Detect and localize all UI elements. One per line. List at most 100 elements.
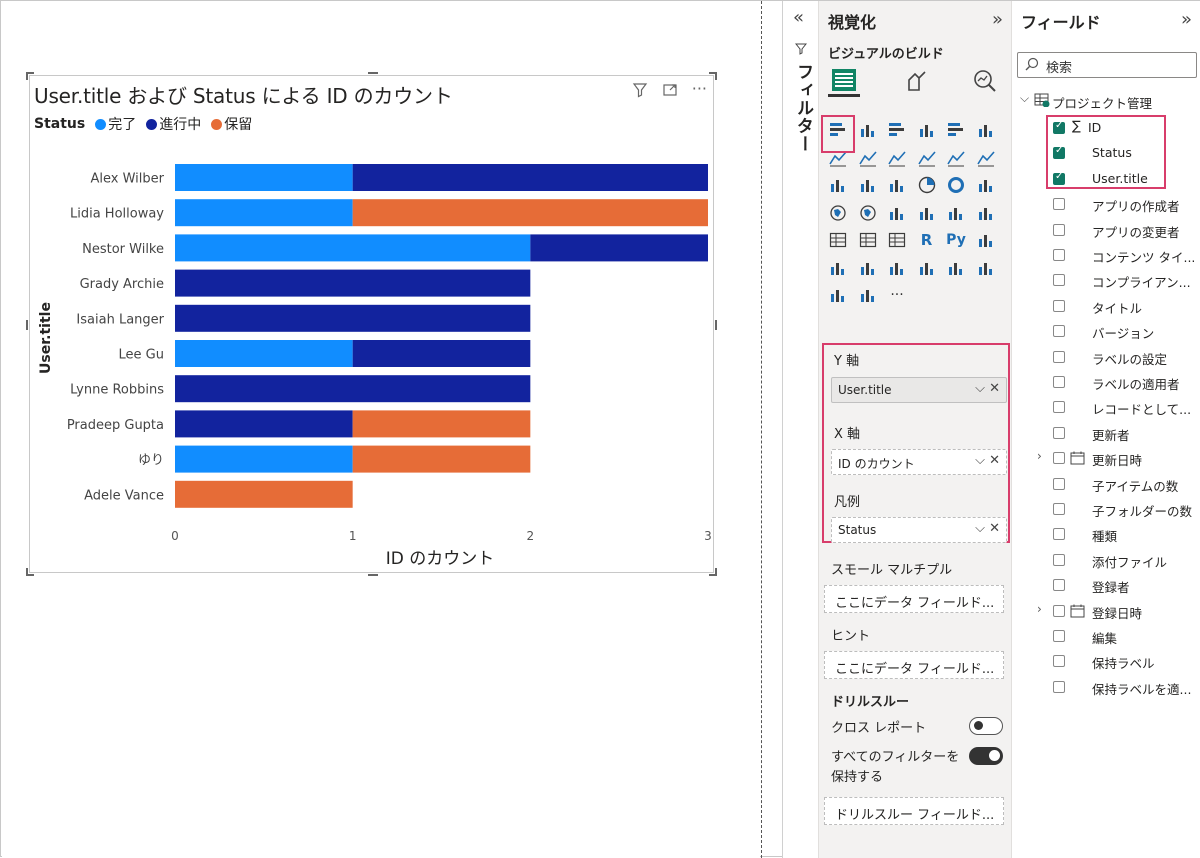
area-chart-icon[interactable] <box>857 147 879 169</box>
field-row[interactable]: 種類 <box>1012 522 1200 546</box>
small-multiples-drop[interactable]: ここにデータ フィールド... <box>824 585 1004 613</box>
field-checkbox[interactable] <box>1053 223 1065 236</box>
100-bar-chart-icon[interactable] <box>945 119 967 141</box>
chevron-down-icon[interactable]: ⌵ <box>975 453 985 468</box>
field-checkbox[interactable] <box>1053 553 1065 566</box>
python-visual-icon[interactable]: Py <box>945 229 967 251</box>
field-checkbox[interactable] <box>1053 274 1065 287</box>
collapse-fields-pane-icon[interactable]: » <box>1181 9 1192 30</box>
power-automate-icon[interactable] <box>827 284 849 306</box>
bar-segment[interactable] <box>175 269 531 297</box>
bar-segment[interactable] <box>175 410 353 438</box>
table-node-project[interactable]: ⌵ プロジェクト管理 <box>1012 89 1200 113</box>
bar-segment[interactable] <box>352 164 708 191</box>
decomposition-tree-icon[interactable] <box>827 257 849 279</box>
legend-well[interactable]: Status ⌵ ✕ <box>831 517 1007 543</box>
bar-segment[interactable] <box>175 445 353 473</box>
field-checkbox[interactable] <box>1053 528 1065 541</box>
bar-segment[interactable] <box>175 340 353 367</box>
field-row[interactable]: アプリの作成者 <box>1012 192 1200 216</box>
field-row[interactable]: レコードとして... <box>1012 395 1200 419</box>
remove-field-icon[interactable]: ✕ <box>989 521 1000 536</box>
power-apps-icon[interactable] <box>975 257 997 279</box>
field-checkbox[interactable] <box>1053 655 1065 668</box>
stacked-column-chart-icon[interactable] <box>857 119 879 141</box>
card-icon[interactable] <box>916 202 938 224</box>
tooltips-drop[interactable]: ここにデータ フィールド... <box>824 651 1004 679</box>
line-clustered-chart-icon[interactable] <box>945 147 967 169</box>
table-icon[interactable] <box>857 229 879 251</box>
qa-icon[interactable] <box>857 257 879 279</box>
multi-row-card-icon[interactable] <box>945 202 967 224</box>
y-axis-well[interactable]: User.title ⌵ ✕ <box>831 377 1007 403</box>
kpi-icon[interactable] <box>975 202 997 224</box>
bar-chart-visual[interactable]: User.title および Status による ID のカウント ··· S… <box>26 72 717 576</box>
bar-segment[interactable] <box>530 234 708 262</box>
build-visual-tab[interactable] <box>828 65 860 97</box>
bar-segment[interactable] <box>175 234 531 262</box>
bar-segment[interactable] <box>352 445 531 473</box>
x-axis-well[interactable]: ID のカウント ⌵ ✕ <box>831 449 1007 475</box>
map-icon[interactable] <box>827 202 849 224</box>
remove-field-icon[interactable]: ✕ <box>989 453 1000 468</box>
filled-map-icon[interactable] <box>857 202 879 224</box>
field-row[interactable]: › 更新日時 <box>1012 446 1200 470</box>
line-column-chart-icon[interactable] <box>916 147 938 169</box>
100-column-chart-icon[interactable] <box>975 119 997 141</box>
field-checkbox[interactable] <box>1053 630 1065 642</box>
remove-field-icon[interactable]: ✕ <box>989 381 1000 396</box>
field-checkbox[interactable] <box>1053 426 1065 439</box>
expand-filter-pane-icon[interactable]: « <box>793 7 804 28</box>
field-row[interactable]: 添付ファイル <box>1012 548 1200 572</box>
waterfall-chart-icon[interactable] <box>827 174 849 196</box>
funnel-chart-icon[interactable] <box>857 174 879 196</box>
field-checkbox[interactable] <box>1053 503 1065 515</box>
drillthrough-drop[interactable]: ドリルスルー フィールド... <box>824 797 1004 825</box>
key-influencers-icon[interactable] <box>975 229 997 251</box>
field-row[interactable]: 編集 <box>1012 624 1200 648</box>
field-checkbox[interactable] <box>1053 477 1065 490</box>
clustered-column-chart-icon[interactable] <box>916 119 938 141</box>
format-visual-tab[interactable] <box>900 65 932 97</box>
bar-segment[interactable] <box>175 375 531 403</box>
goals-icon[interactable] <box>916 257 938 279</box>
field-row[interactable]: コンテンツ タイ... <box>1012 243 1200 267</box>
r-visual-icon[interactable]: R <box>916 229 938 251</box>
analytics-tab[interactable] <box>969 65 1001 97</box>
field-row[interactable]: コンプライアン... <box>1012 268 1200 292</box>
fields-search-input[interactable]: 検索 <box>1017 52 1197 78</box>
bar-segment[interactable] <box>175 164 353 191</box>
ribbon-chart-icon[interactable] <box>975 147 997 169</box>
field-row[interactable]: 子フォルダーの数 <box>1012 497 1200 521</box>
field-row[interactable]: ラベルの設定 <box>1012 345 1200 369</box>
scatter-chart-icon[interactable] <box>886 174 908 196</box>
powerautomate-flow-icon[interactable] <box>857 284 879 306</box>
field-checkbox[interactable] <box>1053 680 1065 693</box>
field-row[interactable]: 更新者 <box>1012 421 1200 445</box>
more-visuals-icon[interactable]: ··· <box>886 284 908 306</box>
field-checkbox[interactable] <box>1053 299 1065 312</box>
donut-chart-icon[interactable] <box>945 174 967 196</box>
bar-segment[interactable] <box>175 304 531 332</box>
bar-segment[interactable] <box>175 199 353 227</box>
smart-narrative-icon[interactable] <box>886 257 908 279</box>
field-checkbox[interactable] <box>1053 198 1065 211</box>
chevron-down-icon[interactable]: ⌵ <box>975 381 985 396</box>
field-row[interactable]: バージョン <box>1012 319 1200 343</box>
pie-chart-icon[interactable] <box>916 174 938 196</box>
field-checkbox[interactable] <box>1053 579 1065 592</box>
field-checkbox[interactable] <box>1053 350 1065 363</box>
filter-pane-collapsed[interactable]: « フィルター <box>782 1 818 858</box>
collapse-viz-pane-icon[interactable]: » <box>992 9 1003 30</box>
field-row[interactable]: ラベルの適用者 <box>1012 370 1200 394</box>
filter-pane-label[interactable]: フィルター <box>791 63 816 153</box>
field-checkbox[interactable] <box>1053 376 1065 388</box>
field-row[interactable]: 登録者 <box>1012 573 1200 597</box>
bar-segment[interactable] <box>352 340 531 367</box>
stacked-area-chart-icon[interactable] <box>886 147 908 169</box>
field-checkbox[interactable] <box>1053 401 1065 414</box>
field-checkbox[interactable] <box>1053 325 1065 338</box>
bar-segment[interactable] <box>175 480 353 508</box>
field-checkbox[interactable] <box>1053 452 1065 465</box>
field-row[interactable]: アプリの変更者 <box>1012 218 1200 242</box>
